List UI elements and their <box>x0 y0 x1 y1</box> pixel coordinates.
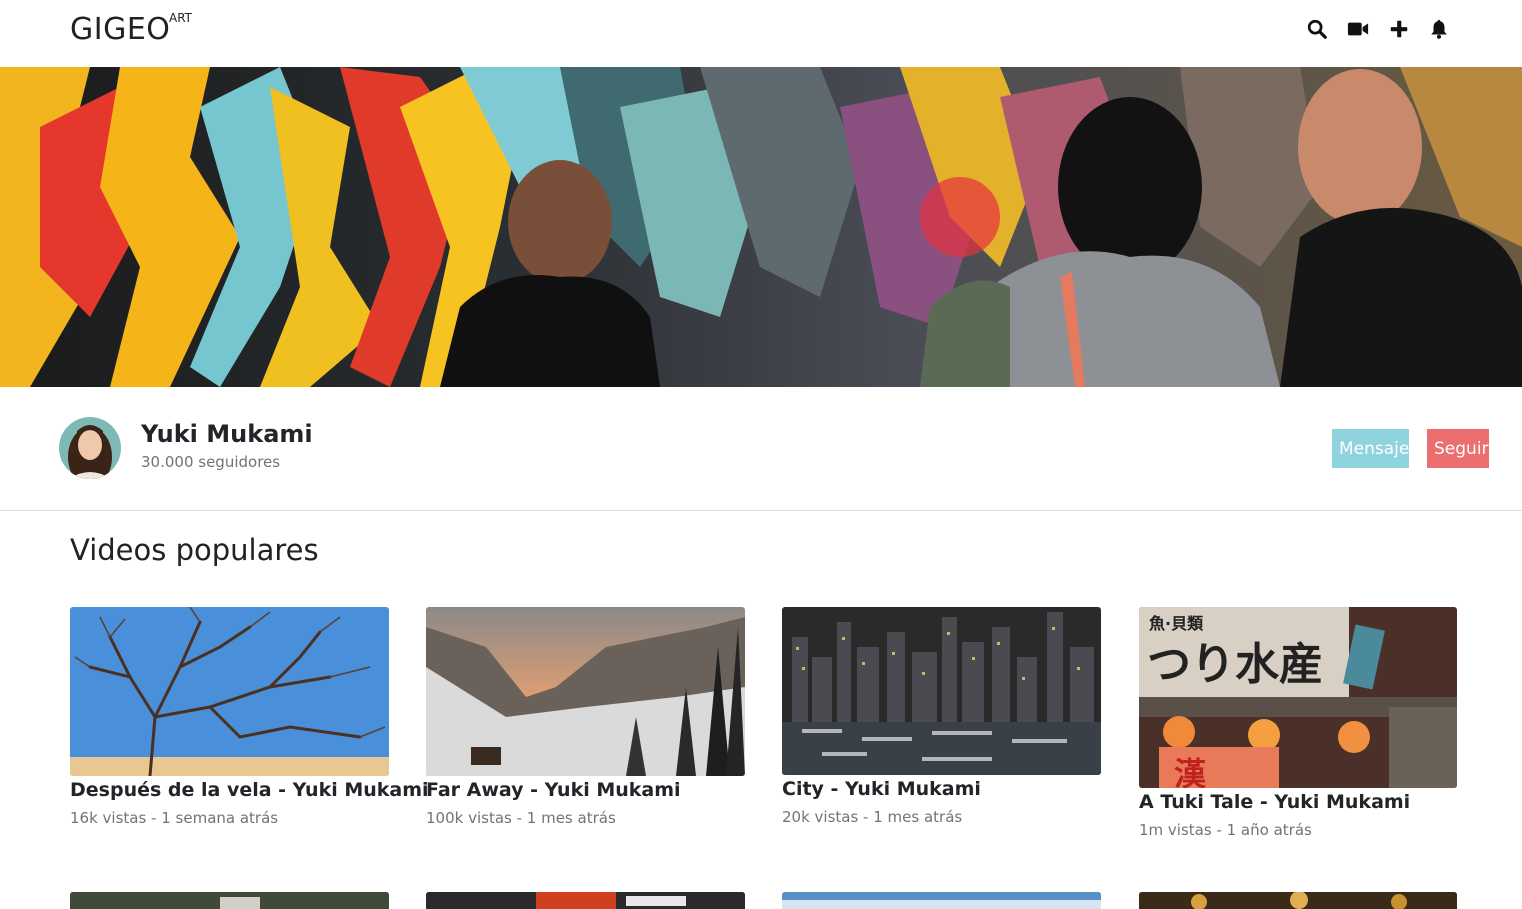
video-title[interactable]: Después de la vela - Yuki Mukami <box>70 779 429 801</box>
video-thumbnail[interactable] <box>70 607 389 776</box>
video-thumbnail[interactable] <box>782 607 1101 775</box>
video-thumbnail[interactable]: 魚·貝類 つり水産 漢 <box>1139 607 1457 788</box>
avatar[interactable] <box>59 417 121 479</box>
video-card[interactable]: Far Away - Yuki Mukami 100k vistas - 1 m… <box>426 607 745 827</box>
follow-button[interactable]: Seguir <box>1427 429 1489 468</box>
video-thumbnail[interactable] <box>426 607 745 776</box>
svg-text:漢: 漢 <box>1174 755 1207 788</box>
video-meta: 1m vistas - 1 año atrás <box>1139 821 1312 839</box>
video-thumbnail[interactable] <box>782 892 1101 909</box>
video-thumbnail[interactable] <box>70 892 389 909</box>
bell-icon[interactable] <box>1428 18 1450 40</box>
video-card[interactable]: Después de la vela - Yuki Mukami 16k vis… <box>70 607 429 827</box>
video-camera-icon[interactable] <box>1346 18 1370 40</box>
message-button[interactable]: Mensaje <box>1332 429 1409 468</box>
brand-logo[interactable]: GIGEO <box>70 12 170 47</box>
nav-icon-group <box>1306 16 1450 42</box>
svg-text:つり水産: つり水産 <box>1147 639 1323 690</box>
video-card[interactable]: City - Yuki Mukami 20k vistas - 1 mes at… <box>782 607 1101 826</box>
video-title[interactable]: City - Yuki Mukami <box>782 778 1101 800</box>
profile-header: Yuki Mukami 30.000 seguidores Mensaje Se… <box>0 387 1522 511</box>
video-meta: 100k vistas - 1 mes atrás <box>426 809 616 827</box>
svg-text:魚·貝類: 魚·貝類 <box>1149 614 1204 633</box>
navbar: GIGEO ART <box>0 0 1522 67</box>
video-card[interactable]: 魚·貝類 つり水産 漢 A Tuki Tale - Yuki Mukami 1m… <box>1139 607 1458 839</box>
search-icon[interactable] <box>1306 18 1328 40</box>
brand-superscript: ART <box>169 11 193 25</box>
plus-icon[interactable] <box>1388 18 1410 40</box>
video-title[interactable]: A Tuki Tale - Yuki Mukami <box>1139 791 1458 813</box>
follower-count: 30.000 seguidores <box>141 453 281 471</box>
video-thumbnail[interactable] <box>1139 892 1457 909</box>
profile-name: Yuki Mukami <box>141 420 313 448</box>
video-meta: 16k vistas - 1 semana atrás <box>70 809 279 827</box>
video-thumbnail[interactable] <box>426 892 745 909</box>
cover-image <box>0 67 1522 387</box>
section-title: Videos populares <box>70 533 319 567</box>
video-title[interactable]: Far Away - Yuki Mukami <box>426 779 745 801</box>
video-meta: 20k vistas - 1 mes atrás <box>782 808 963 826</box>
